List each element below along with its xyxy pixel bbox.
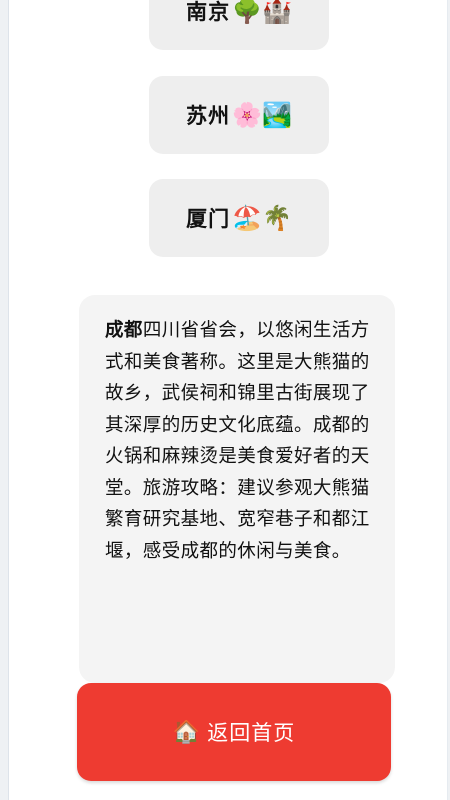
city-description: 成都四川省省会，以悠闲生活方式和美食著称。这里是大熊猫的故乡，武侯祠和锦里古街展… — [105, 315, 377, 567]
city-button-nanjing[interactable]: 南京 🌳🏰 — [149, 0, 329, 50]
city-info-card: 成都四川省省会，以悠闲生活方式和美食著称。这里是大熊猫的故乡，武侯祠和锦里古街展… — [79, 295, 395, 683]
city-button-xiamen[interactable]: 厦门 🏖️🌴 — [149, 179, 329, 257]
city-description-text: 四川省省会，以悠闲生活方式和美食著称。这里是大熊猫的故乡，武侯祠和锦里古街展现了… — [105, 320, 370, 562]
city-button-suzhou[interactable]: 苏州 🌸🏞️ — [149, 76, 329, 154]
back-home-label: 返回首页 — [207, 721, 296, 745]
beach-palm-icon: 🏖️🌴 — [232, 204, 292, 232]
city-name: 苏州 — [186, 104, 231, 128]
city-name: 厦门 — [186, 207, 231, 231]
tree-castle-icon: 🌳🏰 — [232, 0, 292, 25]
back-home-button[interactable]: 🏠 返回首页 — [77, 683, 391, 781]
blossom-landscape-icon: 🌸🏞️ — [232, 101, 292, 129]
page-container: 南京 🌳🏰 苏州 🌸🏞️ 厦门 🏖️🌴 成都四川省省会，以悠闲生活方式和美食著称… — [8, 0, 448, 800]
house-icon: 🏠 — [172, 719, 202, 745]
city-name: 南京 — [186, 0, 231, 24]
city-title: 成都 — [105, 320, 143, 341]
